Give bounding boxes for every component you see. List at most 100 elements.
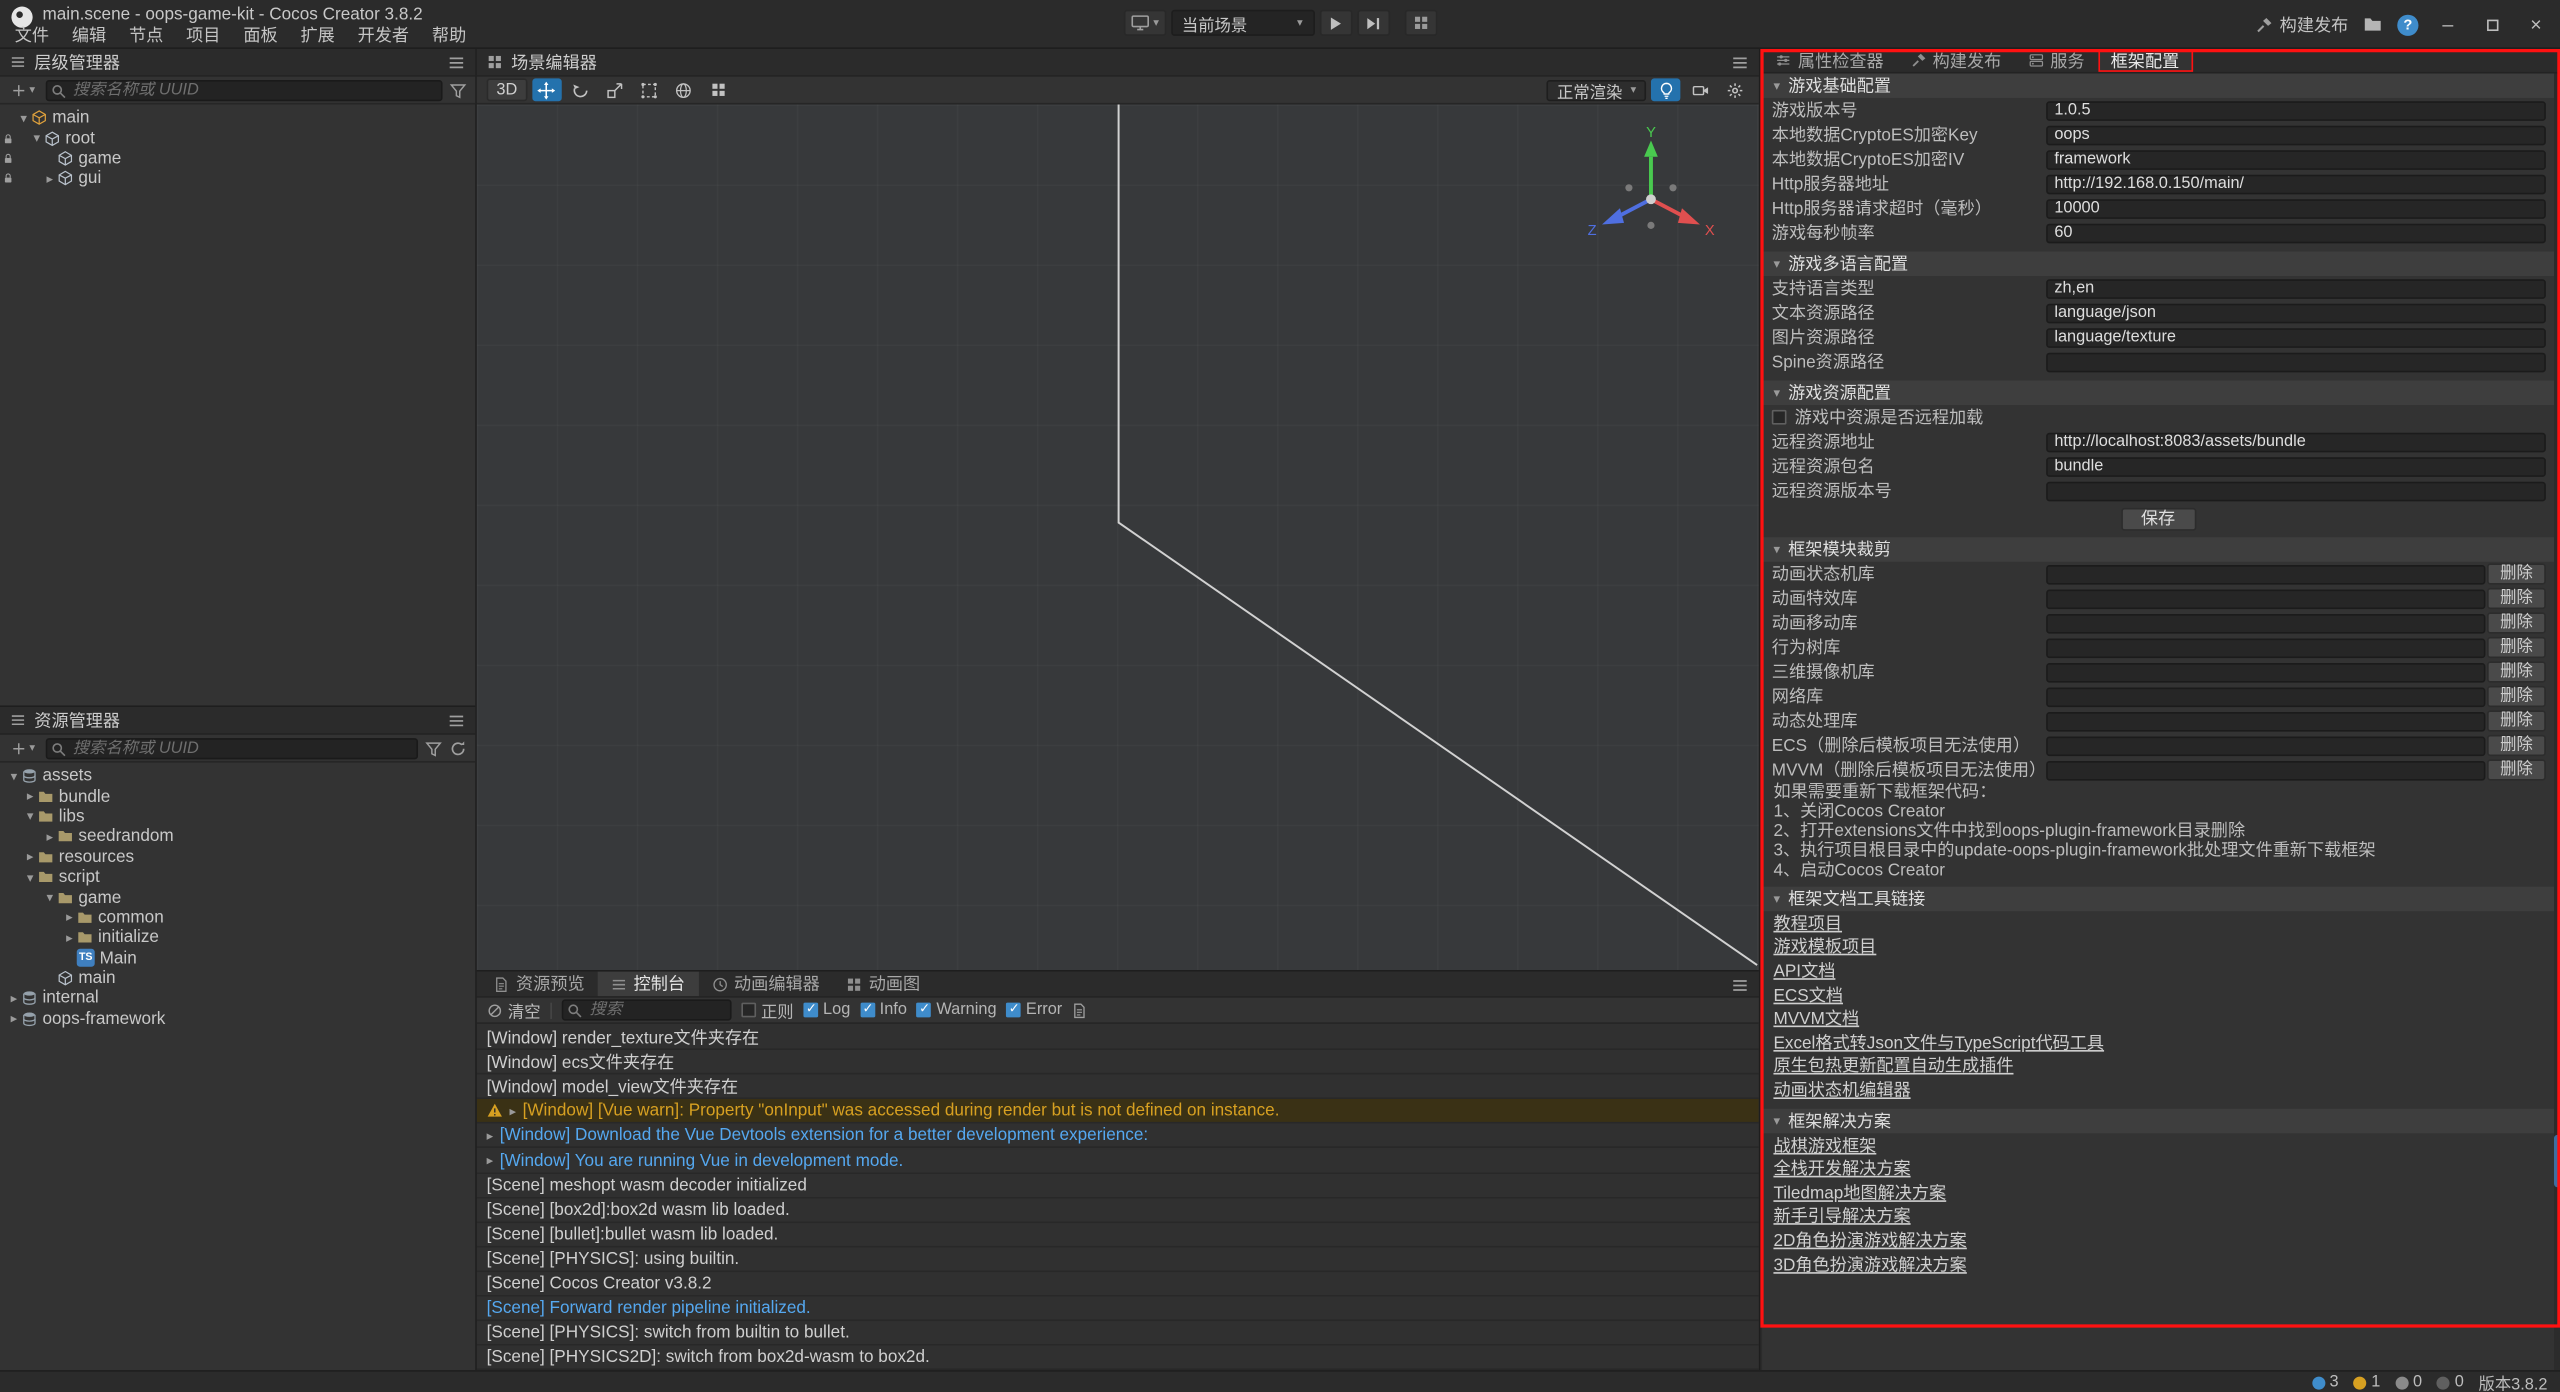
module-path-input[interactable] xyxy=(2046,638,2485,658)
spine-path-input[interactable] xyxy=(2046,352,2546,372)
open-log-file-button[interactable] xyxy=(1072,1002,1088,1018)
console-log-row[interactable]: [Window] render_texture文件夹存在 xyxy=(477,1026,1759,1051)
languages-input[interactable] xyxy=(2046,278,2546,298)
expand-caret-icon[interactable]: ▸ xyxy=(23,789,38,804)
asset-node-common[interactable]: ▸common xyxy=(0,908,475,928)
projection-3d-button[interactable]: 3D xyxy=(487,78,527,101)
remote-version-input[interactable] xyxy=(2046,481,2546,501)
rect-tool-button[interactable] xyxy=(635,78,664,101)
link-hotupdate-plugin[interactable]: 原生包热更新配置自动生成插件 xyxy=(1773,1054,2013,1078)
asset-node-seedrandom[interactable]: ▸seedrandom xyxy=(0,827,475,847)
asset-node-script[interactable]: ▾script xyxy=(0,867,475,887)
asset-node-initialize[interactable]: ▸initialize xyxy=(0,928,475,948)
filter-log-checkbox[interactable]: Log xyxy=(803,1001,850,1019)
inspector-scrollbar[interactable] xyxy=(2554,73,2560,1370)
scene-camera-button[interactable] xyxy=(1685,78,1714,101)
expand-caret-icon[interactable]: ▾ xyxy=(7,769,22,784)
hierarchy-node-game[interactable]: game xyxy=(0,148,475,168)
gizmo-z-label[interactable]: Z xyxy=(1588,223,1597,239)
status-warn-count[interactable]: 1 xyxy=(2353,1373,2380,1391)
crypto-iv-input[interactable] xyxy=(2046,149,2546,169)
link-3d-rpg-solution[interactable]: 3D角色扮演游戏解决方案 xyxy=(1773,1252,1966,1276)
scene-select-dropdown[interactable]: 当前场景▾ xyxy=(1170,10,1314,36)
delete-module-button[interactable]: 删除 xyxy=(2487,612,2546,633)
assets-filter-button[interactable] xyxy=(425,739,443,757)
link-2d-rpg-solution[interactable]: 2D角色扮演游戏解决方案 xyxy=(1773,1228,1966,1252)
asset-node-assets[interactable]: ▾assets xyxy=(0,766,475,786)
menu-file[interactable]: 文件 xyxy=(3,26,60,47)
layout-grid-button[interactable] xyxy=(1404,10,1437,36)
filter-error-checkbox[interactable]: Error xyxy=(1006,1001,1062,1019)
tab-property-inspector[interactable]: 属性检查器 xyxy=(1762,49,1897,72)
scene-light-button[interactable] xyxy=(1651,78,1680,101)
expand-caret-icon[interactable]: ▸ xyxy=(7,991,22,1006)
link-tiledmap-solution[interactable]: Tiledmap地图解决方案 xyxy=(1773,1180,1946,1204)
orientation-gizmo[interactable]: Y X Z xyxy=(1582,124,1719,261)
console-search-input[interactable] xyxy=(562,999,732,1020)
asset-node-main-scene[interactable]: main xyxy=(0,968,475,988)
save-button[interactable]: 保存 xyxy=(2120,508,2195,531)
assets-search-input[interactable] xyxy=(45,737,418,758)
menu-developer[interactable]: 开发者 xyxy=(346,26,420,47)
world-space-toggle[interactable] xyxy=(669,78,698,101)
delete-module-button[interactable]: 删除 xyxy=(2487,661,2546,682)
help-button[interactable]: ? xyxy=(2397,14,2418,35)
expand-caret-icon[interactable]: ▾ xyxy=(29,131,44,146)
regex-checkbox[interactable]: 正则 xyxy=(741,998,793,1022)
section-game-basic[interactable]: ▾游戏基础配置 xyxy=(1762,73,2554,97)
remote-bundle-input[interactable] xyxy=(2046,456,2546,476)
console-log-row[interactable]: ▸[Window] Download the Vue Devtools exte… xyxy=(477,1124,1759,1149)
delete-module-button[interactable]: 删除 xyxy=(2487,759,2546,780)
expand-caret-icon[interactable]: ▸ xyxy=(23,850,38,865)
console-log-row[interactable]: [Scene] [PHYSICS]: using builtin. xyxy=(477,1247,1759,1272)
expand-caret-icon[interactable]: ▾ xyxy=(16,111,31,126)
console-log-row[interactable]: ▸[Window] [Vue warn]: Property "onInput"… xyxy=(477,1099,1759,1124)
tab-animation-graph[interactable]: 动画图 xyxy=(833,972,933,996)
asset-node-resources[interactable]: ▸resources xyxy=(0,847,475,867)
step-button[interactable] xyxy=(1357,10,1390,36)
menu-extension[interactable]: 扩展 xyxy=(289,26,346,47)
module-path-input[interactable] xyxy=(2046,613,2485,633)
move-tool-button[interactable] xyxy=(532,78,561,101)
delete-module-button[interactable]: 删除 xyxy=(2487,563,2546,584)
rotate-tool-button[interactable] xyxy=(566,78,595,101)
console-log-row[interactable]: [Scene] [box2d]:box2d wasm lib loaded. xyxy=(477,1198,1759,1223)
console-log-row[interactable]: [Scene] [PHYSICS2D]: switch from box2d-w… xyxy=(477,1346,1759,1370)
expand-caret-icon[interactable]: ▸ xyxy=(487,1128,494,1143)
expand-caret-icon[interactable]: ▸ xyxy=(7,1011,22,1026)
expand-caret-icon[interactable]: ▸ xyxy=(62,931,77,946)
console-log-row[interactable]: [Scene] [bullet]:bullet wasm lib loaded. xyxy=(477,1223,1759,1248)
link-wargame-framework[interactable]: 战棋游戏框架 xyxy=(1773,1133,1876,1157)
status-error-count[interactable]: 0 xyxy=(2395,1373,2422,1391)
module-path-input[interactable] xyxy=(2046,564,2485,584)
delete-module-button[interactable]: 删除 xyxy=(2487,735,2546,756)
module-path-input[interactable] xyxy=(2046,662,2485,682)
console-log-row[interactable]: [Window] model_view文件夹存在 xyxy=(477,1075,1759,1100)
console-log-row[interactable]: [Scene] Forward render pipeline initiali… xyxy=(477,1297,1759,1322)
asset-node-game[interactable]: ▾game xyxy=(0,887,475,907)
remote-url-input[interactable] xyxy=(2046,432,2546,452)
menu-panel[interactable]: 面板 xyxy=(232,26,289,47)
lock-icon[interactable] xyxy=(2,172,15,185)
play-button[interactable] xyxy=(1319,10,1352,36)
http-timeout-input[interactable] xyxy=(2046,198,2546,218)
link-tutorial-project[interactable]: 教程项目 xyxy=(1773,911,1842,935)
menu-edit[interactable]: 编辑 xyxy=(60,26,117,47)
section-framework-modules[interactable]: ▾框架模块裁剪 xyxy=(1762,537,2554,561)
link-mvvm-docs[interactable]: MVVM文档 xyxy=(1773,1006,1859,1030)
module-path-input[interactable] xyxy=(2046,589,2485,609)
game-version-input[interactable] xyxy=(2046,100,2546,120)
tab-services[interactable]: 服务 xyxy=(2014,49,2097,72)
maximize-button[interactable] xyxy=(2477,13,2506,36)
menu-node[interactable]: 节点 xyxy=(118,26,175,47)
link-guide-solution[interactable]: 新手引导解决方案 xyxy=(1773,1204,1910,1228)
crypto-key-input[interactable] xyxy=(2046,125,2546,145)
scene-menu-button[interactable] xyxy=(1731,53,1749,71)
section-solutions[interactable]: ▾框架解决方案 xyxy=(1762,1108,2554,1132)
expand-caret-icon[interactable]: ▾ xyxy=(42,890,57,905)
link-ecs-docs[interactable]: ECS文档 xyxy=(1773,982,1843,1006)
filter-info-checkbox[interactable]: Info xyxy=(860,1001,907,1019)
section-language[interactable]: ▾游戏多语言配置 xyxy=(1762,251,2554,275)
remote-load-checkbox[interactable] xyxy=(1772,410,1787,425)
delete-module-button[interactable]: 删除 xyxy=(2487,588,2546,609)
